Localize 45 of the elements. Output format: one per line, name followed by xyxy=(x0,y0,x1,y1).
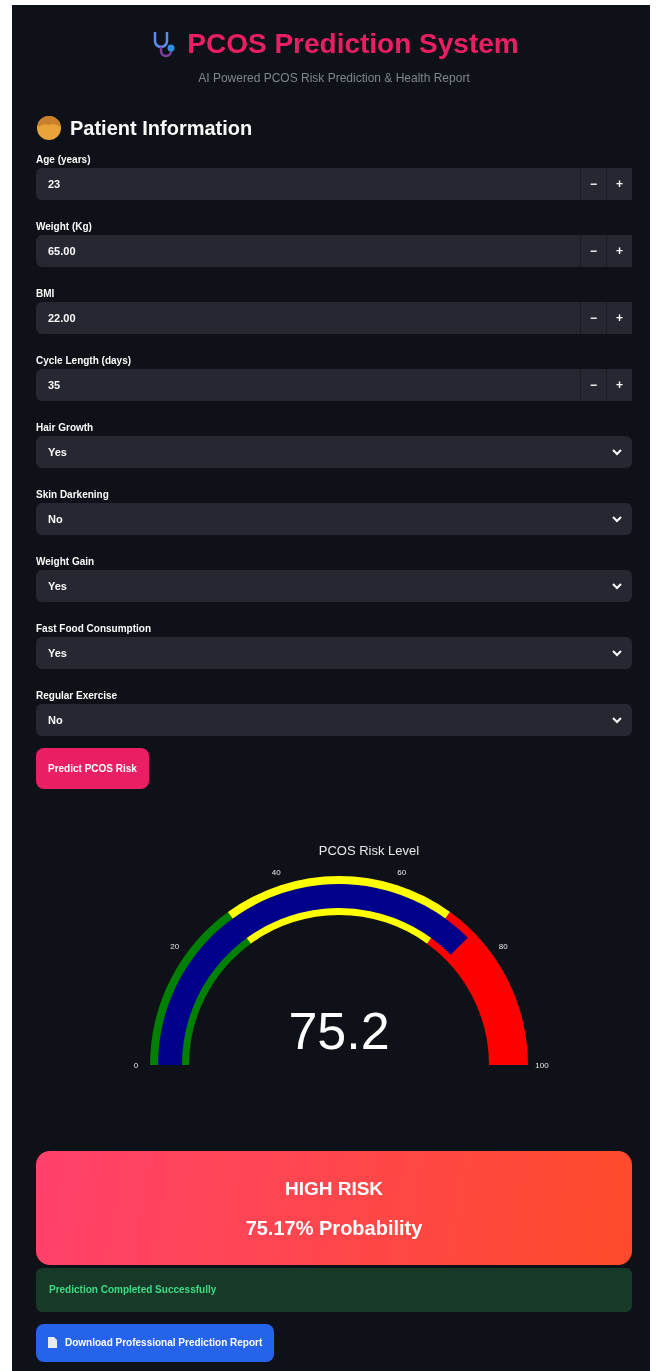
tick-label: 100 xyxy=(535,1060,549,1070)
number-field[interactable]: 35 − + xyxy=(36,369,632,401)
select-field[interactable]: Yes xyxy=(36,637,632,669)
chevron-down-icon xyxy=(612,515,622,523)
field-label: Weight (Kg) xyxy=(36,220,93,234)
gauge-value: 75.2 xyxy=(288,1001,390,1060)
download-button[interactable]: Download Professional Prediction Report xyxy=(36,1323,275,1362)
field-label: Age (years) xyxy=(36,153,92,167)
person-icon xyxy=(36,115,62,141)
select-field[interactable]: No xyxy=(36,704,632,736)
select-field[interactable]: Yes xyxy=(36,570,632,602)
field-label: Hair Growth xyxy=(36,421,95,435)
select-field[interactable]: Yes xyxy=(36,436,632,468)
field-label: Regular Exercise xyxy=(36,689,119,703)
chevron-down-icon xyxy=(612,582,622,590)
chevron-down-icon xyxy=(612,716,622,724)
select-field[interactable]: No xyxy=(36,503,632,535)
increment-button[interactable]: + xyxy=(606,302,632,334)
number-field[interactable]: 22.00 − + xyxy=(36,302,632,334)
increment-button[interactable]: + xyxy=(606,369,632,401)
increment-button[interactable]: + xyxy=(606,235,632,267)
chevron-down-icon xyxy=(612,448,622,456)
tick-label: 80 xyxy=(498,941,508,951)
number-field[interactable]: 23 − + xyxy=(36,168,632,200)
field-label: Cycle Length (days) xyxy=(36,354,133,368)
field-label: Fast Food Consumption xyxy=(36,622,152,636)
tick-label: 0 xyxy=(133,1060,139,1070)
tick-label: 60 xyxy=(397,867,407,877)
predict-button[interactable]: Predict PCOS Risk xyxy=(36,748,149,789)
risk-level: HIGH RISK xyxy=(284,1176,384,1201)
field-label: Skin Darkening xyxy=(36,488,110,502)
gauge-title: PCOS Risk Level xyxy=(317,842,421,860)
chevron-down-icon xyxy=(612,649,622,657)
app-subtitle: AI Powered PCOS Risk Prediction & Health Report xyxy=(197,70,471,87)
section-title: Patient Information xyxy=(70,116,253,141)
tick-label: 40 xyxy=(271,867,281,877)
increment-button[interactable]: + xyxy=(606,168,632,200)
app-title: PCOS Prediction System xyxy=(187,27,519,61)
field-label: Weight Gain xyxy=(36,555,96,569)
probability-text: 75.17% Probability xyxy=(245,1216,423,1241)
number-field[interactable]: 65.00 − + xyxy=(36,235,632,267)
tick-label: 20 xyxy=(170,941,180,951)
alert-text: Prediction Completed Successfully xyxy=(49,1283,217,1297)
document-icon xyxy=(48,1337,57,1348)
field-label: BMI xyxy=(36,287,56,301)
